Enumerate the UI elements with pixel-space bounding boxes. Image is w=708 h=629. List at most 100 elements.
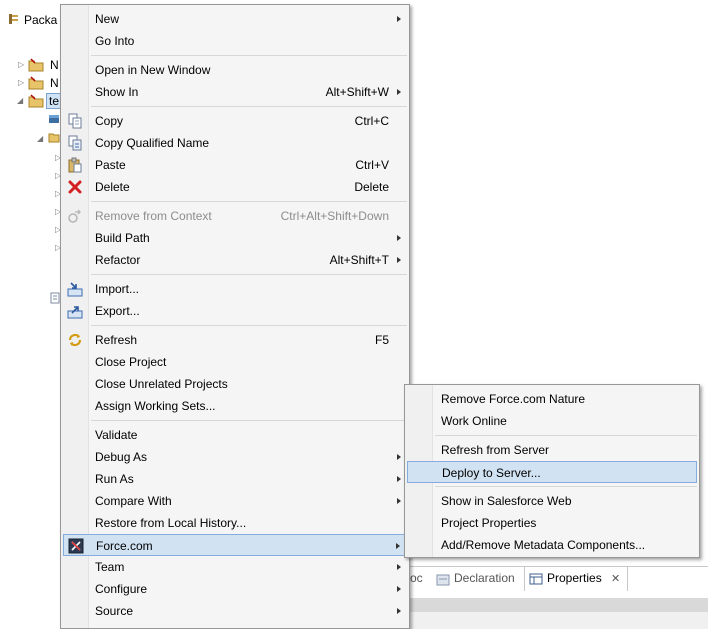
menu-item-add-remove-metadata-components[interactable]: Add/Remove Metadata Components...	[407, 534, 697, 556]
menu-item-shortcut: Ctrl+V	[355, 158, 389, 172]
menu-item-close-project[interactable]: Close Project	[63, 351, 407, 373]
paste-icon	[67, 157, 83, 173]
menu-item-label: New	[95, 12, 120, 26]
menu-item-open-in-new-window[interactable]: Open in New Window	[63, 59, 407, 81]
menu-item-team[interactable]: Team	[63, 556, 407, 578]
menu-item-build-path[interactable]: Build Path	[63, 227, 407, 249]
menu-item-remove-from-context: Remove from Context Ctrl+Alt+Shift+Down	[63, 205, 407, 227]
submenu-arrow-icon	[397, 498, 401, 504]
tab-javadoc[interactable]: oc	[410, 571, 423, 589]
submenu-arrow-icon	[396, 543, 400, 549]
copy-icon	[67, 113, 83, 129]
source-folder-icon	[48, 133, 60, 143]
menu-item-work-online[interactable]: Work Online	[407, 410, 697, 432]
bottom-view-body	[400, 612, 708, 629]
menu-item-label: Copy Qualified Name	[95, 136, 210, 150]
menu-separator	[91, 106, 407, 107]
import-icon	[67, 281, 83, 297]
expand-arrow-icon[interactable]: ▷	[18, 61, 26, 69]
menu-item-refresh-from-server[interactable]: Refresh from Server	[407, 439, 697, 461]
menu-item-label: Validate	[95, 428, 138, 442]
menu-item-label: Refresh	[95, 333, 138, 347]
menu-item-run-as[interactable]: Run As	[63, 468, 407, 490]
menu-separator	[435, 486, 697, 487]
menu-item-label: Import...	[95, 282, 140, 296]
menu-item-debug-as[interactable]: Debug As	[63, 446, 407, 468]
tree-item[interactable]: ▷ N	[16, 57, 60, 75]
menu-item-import[interactable]: Import...	[63, 278, 407, 300]
remove-from-context-icon	[67, 208, 83, 224]
menu-item-label: Export...	[95, 304, 140, 318]
menu-item-label: Compare With	[95, 494, 172, 508]
menu-item-label: Paste	[95, 158, 126, 172]
menu-item-label: Open in New Window	[95, 63, 211, 77]
menu-item-shortcut: Ctrl+Alt+Shift+Down	[280, 209, 389, 223]
menu-item-refactor[interactable]: Refactor Alt+Shift+T	[63, 249, 407, 271]
submenu-arrow-icon	[397, 454, 401, 460]
menu-item-compare-with[interactable]: Compare With	[63, 490, 407, 512]
collapse-arrow-icon[interactable]: ◢	[37, 135, 45, 143]
menu-separator	[91, 274, 407, 275]
menu-item-go-into[interactable]: Go Into	[63, 30, 407, 52]
menu-item-label: Restore from Local History...	[95, 516, 247, 530]
menu-item-assign-working-sets[interactable]: Assign Working Sets...	[63, 395, 407, 417]
project-folder-icon	[28, 58, 44, 72]
menu-item-deploy-to-server[interactable]: Deploy to Server...	[407, 461, 697, 483]
menu-item-label: Configure	[95, 582, 148, 596]
menu-item-export[interactable]: Export...	[63, 300, 407, 322]
submenu-arrow-icon	[397, 235, 401, 241]
force-com-icon	[68, 538, 84, 554]
tab-properties[interactable]: Properties	[547, 571, 602, 589]
menu-item-label: Work Online	[441, 414, 507, 428]
menu-item-show-in-salesforce-web[interactable]: Show in Salesforce Web	[407, 490, 697, 512]
tab-declaration[interactable]: Declaration	[454, 571, 515, 589]
menu-item-new[interactable]: New	[63, 8, 407, 30]
menu-item-label: Force.com	[96, 539, 153, 553]
close-icon[interactable]: ✕	[611, 572, 620, 585]
file-icon	[50, 292, 60, 304]
submenu-arrow-icon	[397, 586, 401, 592]
menu-item-shortcut: Alt+Shift+W	[325, 85, 389, 99]
menu-item-copy-qualified-name[interactable]: Copy Qualified Name	[63, 132, 407, 154]
menu-separator	[91, 201, 407, 202]
bottom-view-tabs: oc Declaration Properties ✕	[400, 566, 708, 591]
menu-item-label: Debug As	[95, 450, 148, 464]
menu-item-label: Show In	[95, 85, 139, 99]
collapse-arrow-icon[interactable]: ◢	[17, 97, 25, 105]
menu-item-label: Add/Remove Metadata Components...	[441, 538, 646, 552]
submenu-arrow-icon	[397, 608, 401, 614]
menu-item-restore-from-local-history[interactable]: Restore from Local History...	[63, 512, 407, 534]
menu-separator	[91, 325, 407, 326]
menu-separator	[91, 420, 407, 421]
tree-item-selected[interactable]: ◢ te	[16, 93, 63, 111]
menu-item-source[interactable]: Source	[63, 600, 407, 622]
menu-item-refresh[interactable]: Refresh F5	[63, 329, 407, 351]
expand-arrow-icon[interactable]: ▷	[18, 79, 26, 87]
package-explorer-title: Packa	[24, 13, 58, 27]
menu-item-configure[interactable]: Configure	[63, 578, 407, 600]
menu-item-validate[interactable]: Validate	[63, 424, 407, 446]
package-explorer-icon	[9, 14, 18, 24]
delete-icon	[67, 179, 83, 195]
menu-item-paste[interactable]: Paste Ctrl+V	[63, 154, 407, 176]
menu-item-label: Close Project	[95, 355, 167, 369]
menu-item-label: Go Into	[95, 34, 135, 48]
menu-item-show-in[interactable]: Show In Alt+Shift+W	[63, 81, 407, 103]
menu-item-project-properties[interactable]: Project Properties	[407, 512, 697, 534]
menu-item-copy[interactable]: Copy Ctrl+C	[63, 110, 407, 132]
tab-properties-container[interactable]: Properties ✕	[524, 567, 628, 591]
menu-item-shortcut: Delete	[354, 180, 389, 194]
menu-item-label: Remove from Context	[95, 209, 212, 223]
menu-item-remove-force-com-nature[interactable]: Remove Force.com Nature	[407, 388, 697, 410]
submenu-arrow-icon	[397, 16, 401, 22]
menu-item-force-com[interactable]: Force.com	[63, 534, 407, 556]
menu-item-label: Run As	[95, 472, 134, 486]
menu-item-label: Assign Working Sets...	[95, 399, 216, 413]
menu-item-label: Copy	[95, 114, 124, 128]
tree-item-label: N	[50, 58, 59, 72]
menu-item-close-unrelated-projects[interactable]: Close Unrelated Projects	[63, 373, 407, 395]
menu-item-shortcut: Alt+Shift+T	[329, 253, 389, 267]
menu-item-delete[interactable]: Delete Delete	[63, 176, 407, 198]
package-icon	[49, 115, 59, 123]
tree-item[interactable]: ▷ N	[16, 75, 60, 93]
